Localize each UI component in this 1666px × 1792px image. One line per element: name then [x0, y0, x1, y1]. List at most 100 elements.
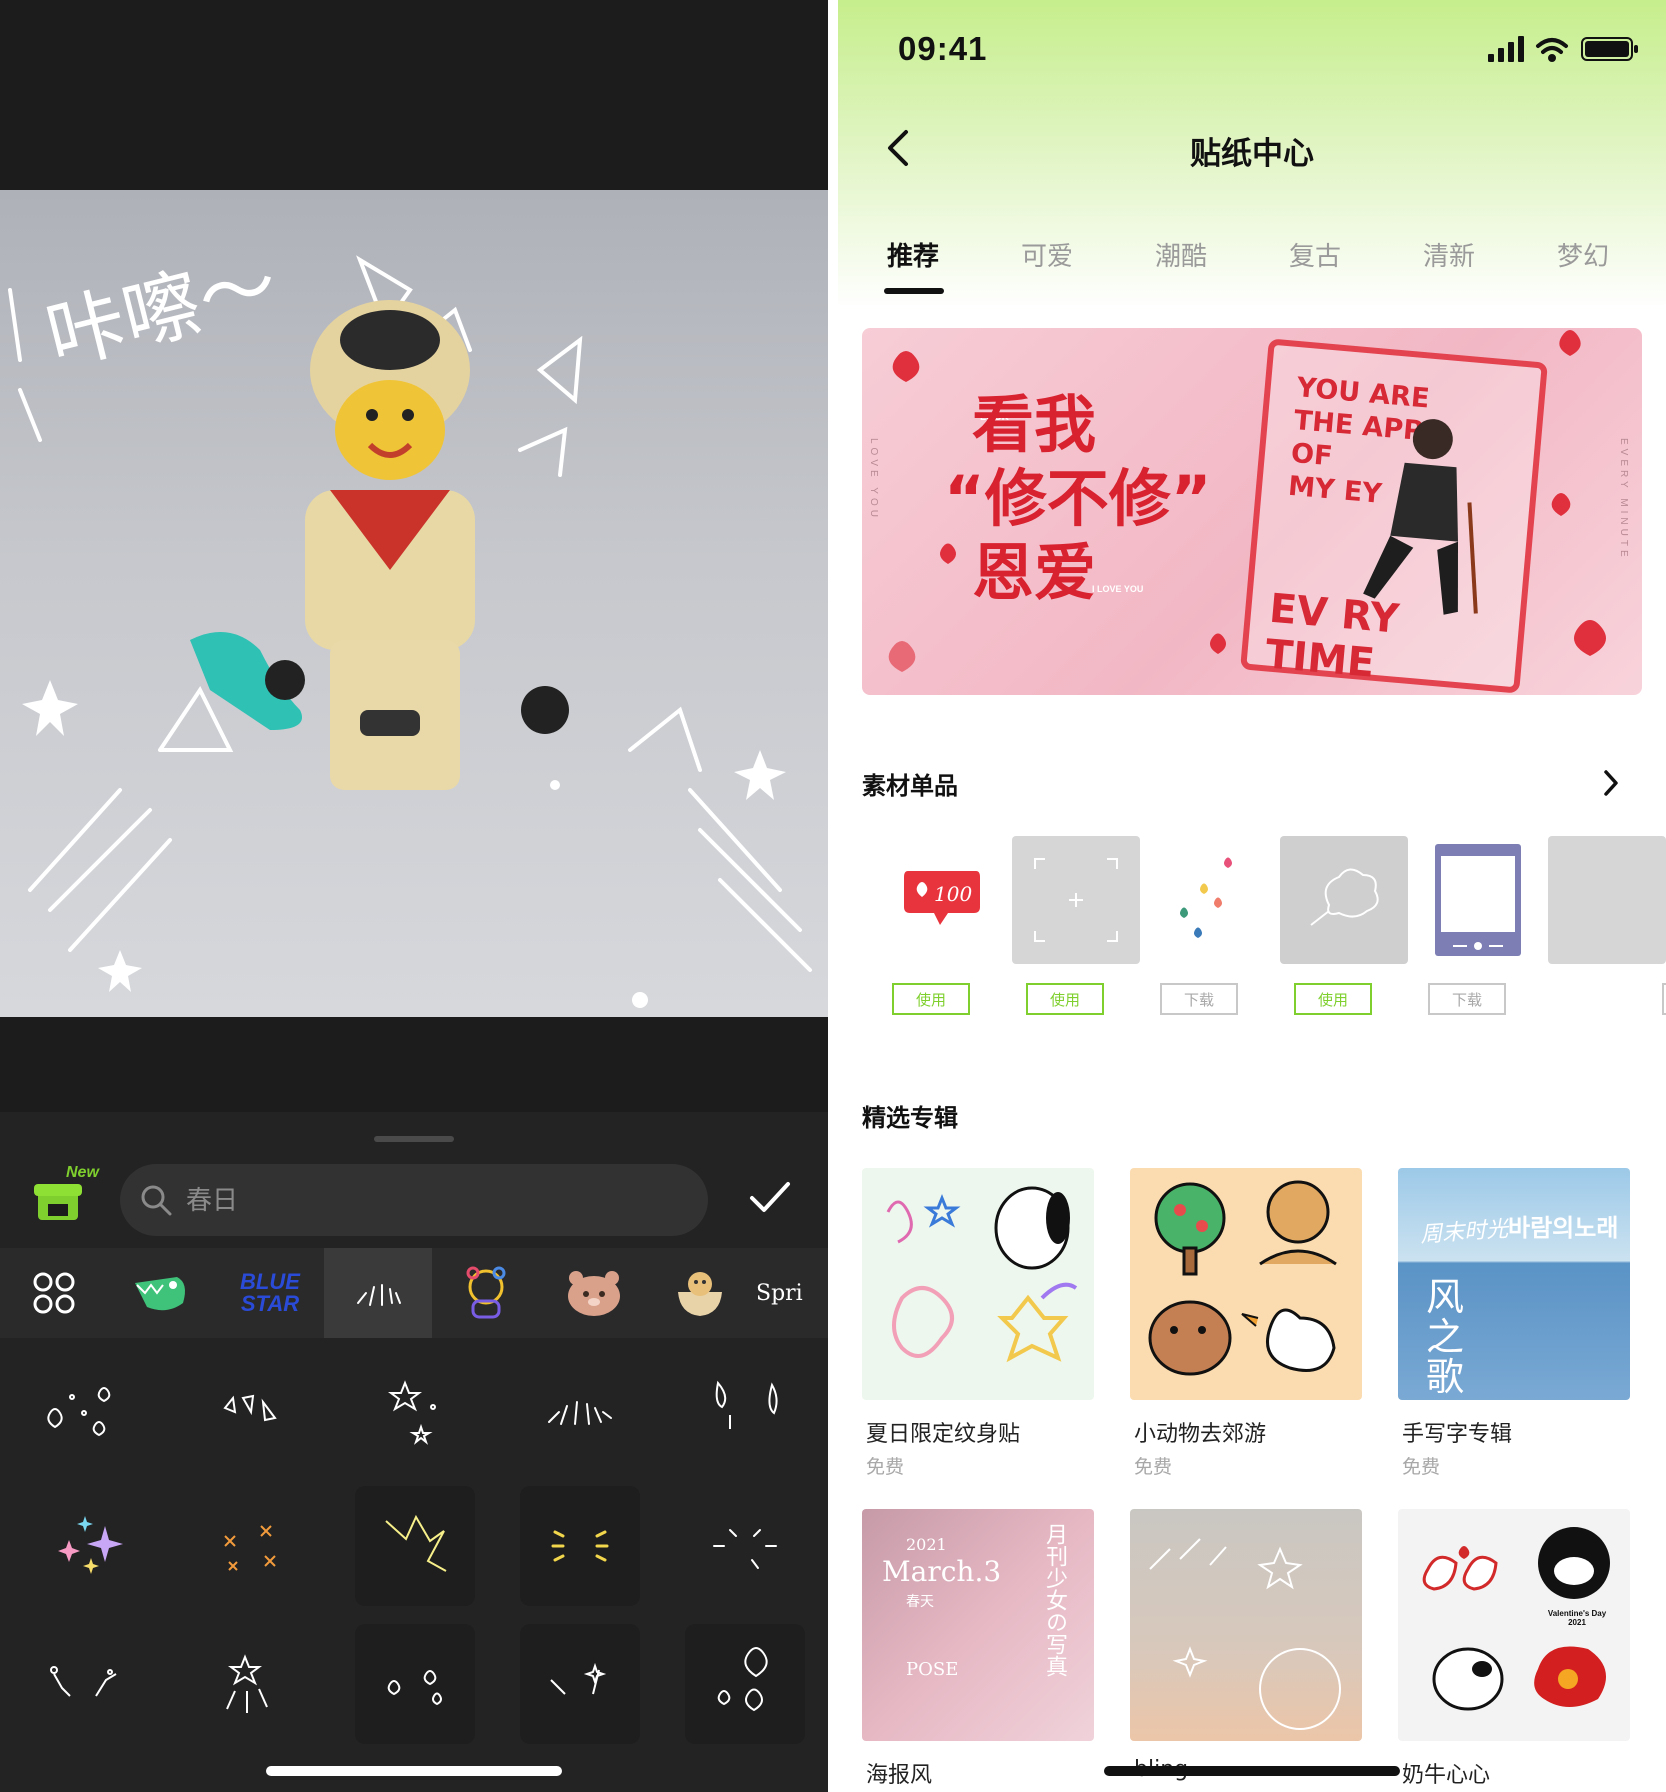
new-badge: New	[66, 1164, 99, 1181]
sticker-search-box[interactable]	[120, 1164, 708, 1238]
album-name: 海报风	[866, 1763, 933, 1788]
album-cover-animals[interactable]	[1130, 1168, 1362, 1400]
item-hearts[interactable]	[1146, 836, 1274, 964]
album-cover-bling[interactable]	[1130, 1509, 1362, 1741]
album-name: 奶牛心心	[1402, 1763, 1491, 1788]
white-dashes-icon	[713, 1529, 777, 1569]
sticker-colorful-sparkles[interactable]	[25, 1486, 145, 1606]
outline-hearts-icon	[717, 1647, 768, 1712]
tab-cool[interactable]: 潮酷	[1114, 236, 1248, 273]
use-button[interactable]: 使用	[1026, 983, 1104, 1015]
use-button[interactable]: 使用	[892, 983, 970, 1015]
tab-dreamy[interactable]: 梦幻	[1516, 236, 1650, 273]
item-partial[interactable]	[1548, 836, 1666, 964]
album-name: 手写字专辑	[1402, 1422, 1513, 1447]
orange-sparkles-icon	[224, 1525, 276, 1571]
confirm-button[interactable]	[746, 1174, 792, 1220]
signal-icon	[1488, 36, 1524, 62]
tab-cute[interactable]: 可爱	[980, 236, 1114, 273]
tab-fresh[interactable]: 清新	[1382, 236, 1516, 273]
album-price: 免费	[1134, 1456, 1173, 1478]
banner-headline-line3: 恩爱	[972, 536, 1097, 609]
album-price: 免费	[866, 1456, 905, 1478]
sticker-star-burst[interactable]	[190, 1624, 310, 1744]
item-cloud[interactable]	[1280, 836, 1408, 964]
frame-icon	[1034, 858, 1118, 942]
album-cover-tattoo[interactable]	[862, 1168, 1094, 1400]
sticker-store-button[interactable]: New	[34, 1164, 99, 1226]
poster-date: March.3	[882, 1555, 1002, 1588]
sticker-zigzag[interactable]	[355, 1486, 475, 1606]
use-button[interactable]: 使用	[1294, 983, 1372, 1015]
photo-canvas[interactable]: 咔嚓～	[0, 190, 828, 1017]
tattoo-album-art	[886, 1186, 1078, 1363]
chevron-right-icon	[1604, 770, 1618, 796]
banner-small-love: I LOVE YOU	[1092, 584, 1144, 594]
sticker-pack-tabs: BLUE STAR Spri	[0, 1248, 828, 1338]
spark-lines-icon	[50, 1666, 117, 1697]
burst-doodle-icon	[548, 1401, 612, 1425]
tab-crocodile-pack[interactable]	[108, 1248, 216, 1338]
album-price: 免费	[1402, 1456, 1441, 1478]
search-icon	[141, 1185, 172, 1216]
sticker-outline-hearts[interactable]	[685, 1624, 805, 1744]
handwriting-line1: 周末时光	[1419, 1215, 1509, 1248]
heart-doodle-icon	[47, 1387, 111, 1437]
drawer-grip-handle[interactable]	[374, 1136, 454, 1142]
music-card-icon	[1435, 844, 1521, 956]
sticker-shapes[interactable]	[190, 1348, 310, 1468]
sticker-yellow-dashes[interactable]	[520, 1486, 640, 1606]
download-button[interactable]: 下载	[1160, 983, 1238, 1015]
tab-teacup-bear-pack[interactable]	[648, 1248, 756, 1338]
tab-recommended[interactable]: 推荐	[846, 236, 980, 273]
sticker-burst[interactable]	[520, 1348, 640, 1468]
tab-sparkle-pack[interactable]	[324, 1248, 432, 1338]
spring-pack-icon: Spri	[756, 1280, 803, 1306]
tab-pink-bear-pack[interactable]	[540, 1248, 648, 1338]
pink-bear-pack-icon	[568, 1271, 620, 1316]
promo-banner[interactable]: LOOK 看我 “修不修” 恩爱 I LOVE YOU LOVE YOU EVE…	[862, 328, 1642, 695]
download-button-partial[interactable]	[1662, 983, 1666, 1015]
tab-retro[interactable]: 复古	[1248, 236, 1382, 273]
blue-star-pack-icon: BLUE STAR	[240, 1269, 300, 1316]
sticker-stars[interactable]	[355, 1348, 475, 1468]
status-time: 09:41	[898, 30, 988, 67]
sticker-hearts-scatter[interactable]	[25, 1348, 145, 1468]
sticker-white-dashes[interactable]	[685, 1486, 805, 1606]
poster-vertical: 月刊少女の写真	[1042, 1523, 1067, 1677]
stars-doodle-icon	[388, 1380, 436, 1445]
sparkle-pack-icon	[357, 1284, 401, 1306]
teacup-bear-pack-icon	[678, 1272, 722, 1316]
item-music-card[interactable]	[1414, 836, 1542, 964]
item-frame[interactable]	[1012, 836, 1140, 964]
items-more-button[interactable]	[1600, 768, 1622, 798]
tab-rainbow-bear-pack[interactable]	[432, 1248, 540, 1338]
colorful-sparkles-icon	[58, 1516, 123, 1574]
animals-album-art	[1148, 1180, 1337, 1376]
album-cover-cow[interactable]: Valentine's Day 2021	[1398, 1509, 1630, 1741]
sticker-center-panel: 09:41 贴纸中心 推荐 可爱 潮酷 复古 清新 梦幻 LOOK 看我 “修不…	[838, 0, 1666, 1792]
checkmark-icon	[750, 1182, 790, 1212]
search-input[interactable]	[184, 1164, 688, 1238]
sticker-small-hearts[interactable]	[355, 1624, 475, 1744]
panel-divider	[828, 0, 838, 1792]
sticker-spark-lines[interactable]	[25, 1624, 145, 1744]
shapes-doodle-icon	[223, 1394, 277, 1422]
status-icons	[1488, 36, 1638, 62]
cloud-icon	[1310, 868, 1379, 926]
sticker-thin-sparks[interactable]	[520, 1624, 640, 1744]
home-indicator	[1104, 1766, 1400, 1776]
doodle-text: 咔嚓～	[38, 239, 287, 383]
like-100-icon: 100	[904, 871, 980, 925]
tab-blue-star-pack[interactable]: BLUE STAR	[216, 1248, 324, 1338]
sticker-orange-sparkles[interactable]	[190, 1486, 310, 1606]
item-like-100[interactable]: 100	[878, 836, 1006, 964]
sticker-drops[interactable]	[685, 1348, 805, 1468]
drops-doodle-icon	[715, 1380, 778, 1429]
album-cover-handwriting[interactable]: 周末时光 바람의노래 风之歌	[1398, 1168, 1630, 1400]
tab-spring-pack[interactable]: Spri	[756, 1248, 828, 1338]
album-cover-poster[interactable]: 2021 March.3 春天 月刊少女の写真 POSE	[862, 1509, 1094, 1741]
download-button[interactable]: 下载	[1428, 983, 1506, 1015]
tab-grid-view[interactable]	[0, 1248, 108, 1338]
poster-season: 春天	[906, 1593, 934, 1609]
